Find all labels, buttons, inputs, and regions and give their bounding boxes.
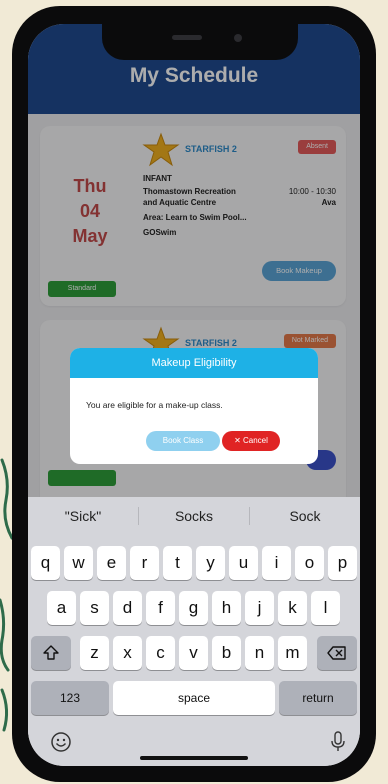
key-a[interactable]: a — [47, 591, 76, 625]
backspace-icon — [327, 646, 346, 660]
key-i[interactable]: i — [262, 546, 291, 580]
home-indicator — [140, 756, 248, 760]
key-b[interactable]: b — [212, 636, 241, 670]
key-p[interactable]: p — [328, 546, 357, 580]
return-key[interactable]: return — [279, 681, 357, 715]
key-z[interactable]: z — [80, 636, 109, 670]
camera-dot — [234, 34, 242, 42]
key-u[interactable]: u — [229, 546, 258, 580]
suggestion-2[interactable]: Socks — [139, 497, 249, 535]
suggestion-1[interactable]: "Sick" — [28, 497, 138, 535]
key-r[interactable]: r — [130, 546, 159, 580]
phone-notch — [102, 24, 298, 60]
cancel-button[interactable]: ✕ Cancel — [222, 431, 280, 451]
key-n[interactable]: n — [245, 636, 274, 670]
key-y[interactable]: y — [196, 546, 225, 580]
suggestion-3[interactable]: Sock — [250, 497, 360, 535]
speaker-grille — [172, 35, 202, 40]
key-o[interactable]: o — [295, 546, 324, 580]
dialog-title: Makeup Eligibility — [70, 348, 318, 378]
key-s[interactable]: s — [80, 591, 109, 625]
space-key[interactable]: space — [113, 681, 275, 715]
key-c[interactable]: c — [146, 636, 175, 670]
shift-key[interactable] — [31, 636, 71, 670]
key-g[interactable]: g — [179, 591, 208, 625]
phone-frame: My Schedule Thu 04 May Standard STARFISH… — [12, 6, 376, 782]
key-k[interactable]: k — [278, 591, 307, 625]
book-class-button[interactable]: Book Class — [146, 431, 220, 451]
key-l[interactable]: l — [311, 591, 340, 625]
key-h[interactable]: h — [212, 591, 241, 625]
delete-key[interactable] — [317, 636, 357, 670]
key-d[interactable]: d — [113, 591, 142, 625]
key-t[interactable]: t — [163, 546, 192, 580]
phone-screen: My Schedule Thu 04 May Standard STARFISH… — [28, 24, 360, 766]
key-q[interactable]: q — [31, 546, 60, 580]
key-x[interactable]: x — [113, 636, 142, 670]
key-v[interactable]: v — [179, 636, 208, 670]
microphone-icon[interactable] — [330, 731, 346, 753]
key-f[interactable]: f — [146, 591, 175, 625]
makeup-eligibility-dialog: Makeup Eligibility You are eligible for … — [70, 348, 318, 464]
numbers-key[interactable]: 123 — [31, 681, 109, 715]
shift-icon — [43, 645, 59, 660]
key-w[interactable]: w — [64, 546, 93, 580]
emoji-icon[interactable] — [50, 731, 72, 753]
key-m[interactable]: m — [278, 636, 307, 670]
key-j[interactable]: j — [245, 591, 274, 625]
dialog-message: You are eligible for a make-up class. — [86, 400, 223, 410]
keyboard: "Sick" Socks Sock q w e r t y u i o p a … — [28, 497, 360, 766]
key-e[interactable]: e — [97, 546, 126, 580]
